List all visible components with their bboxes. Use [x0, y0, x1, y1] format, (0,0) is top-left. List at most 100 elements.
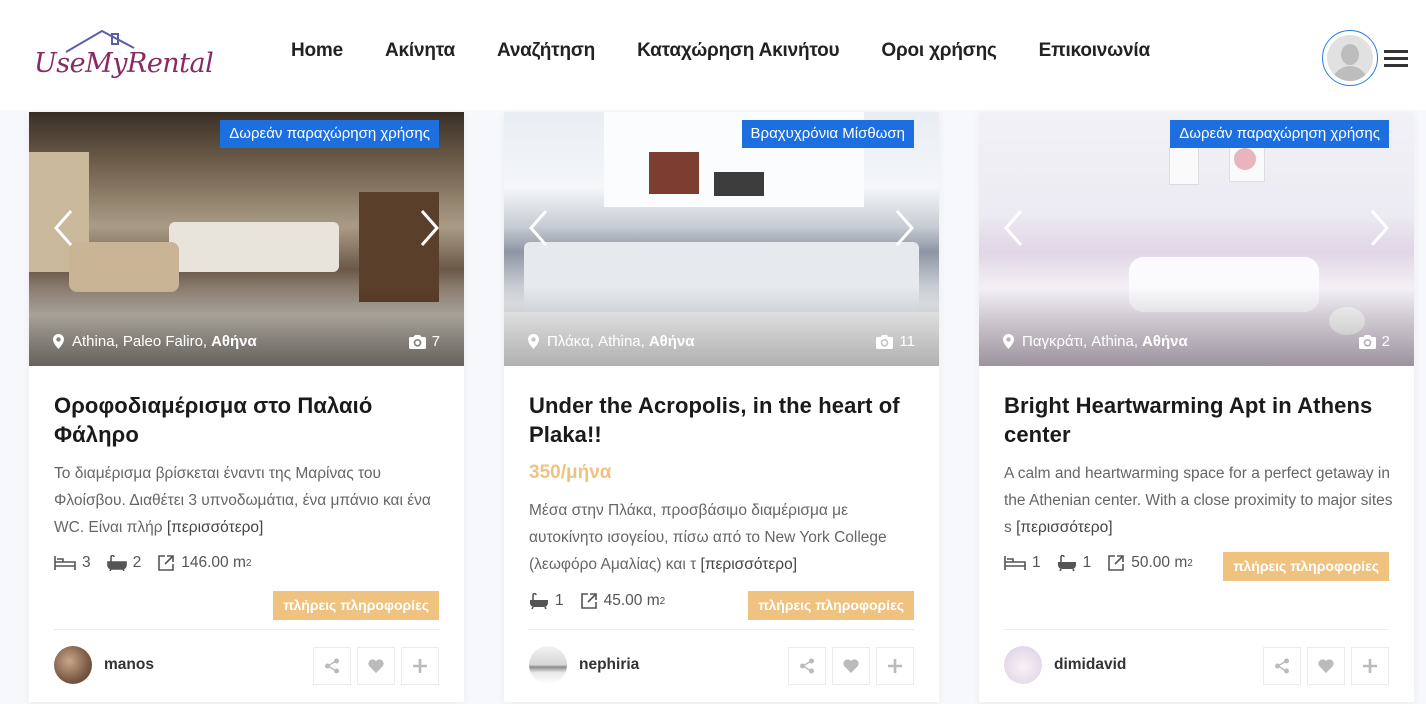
- location-city: Αθήνα: [648, 333, 695, 350]
- compare-button[interactable]: [1351, 647, 1389, 685]
- map-pin-icon: [1003, 334, 1014, 349]
- listing-card: Δωρεάν παραχώρηση χρήσης Athina, Paleo F…: [29, 112, 464, 702]
- share-button[interactable]: [313, 647, 351, 685]
- area-feature: 50.00 m2: [1107, 554, 1193, 572]
- baths-feature: 1: [529, 592, 564, 610]
- listing-actions: [782, 647, 914, 685]
- beds-feature: 3: [54, 554, 91, 572]
- location-area: Athina, Paleo Faliro,: [72, 333, 208, 350]
- location-city: Αθήνα: [211, 333, 257, 350]
- listing-location: Athina, Paleo Faliro, Αθήνα: [53, 333, 257, 350]
- location-city: Αθήνα: [1142, 333, 1188, 350]
- listing-description: Μέσα στην Πλάκα, προσβάσιμο διαμέρισμα μ…: [529, 502, 887, 573]
- full-info-button[interactable]: πλήρεις πληροφορίες: [1223, 552, 1389, 581]
- listing-features: 1 45.00 m2: [529, 592, 681, 610]
- nav-add-property[interactable]: Καταχώρηση Ακινήτου: [637, 40, 840, 62]
- listing-photo[interactable]: Βραχυχρόνια Μίσθωση Πλάκα, Athina, Αθήνα…: [504, 112, 939, 366]
- listing-owner[interactable]: manos: [54, 646, 154, 684]
- listing-title[interactable]: Under the Acropolis, in the heart of Pla…: [529, 391, 909, 449]
- nav-contact[interactable]: Επικοινωνία: [1039, 40, 1150, 62]
- listing-title[interactable]: Bright Heartwarming Apt in Athens center: [1004, 391, 1384, 449]
- full-info-button[interactable]: πλήρεις πληροφορίες: [273, 591, 439, 620]
- divider: [529, 629, 914, 630]
- divider: [1004, 629, 1389, 630]
- listing-card: Δωρεάν παραχώρηση χρήσης Παγκράτι, Athin…: [979, 112, 1414, 702]
- read-more-link[interactable]: [περισσότερο]: [701, 556, 797, 573]
- favorite-button[interactable]: [357, 647, 395, 685]
- area-expand-icon: [158, 555, 175, 571]
- photo-count: 11: [876, 333, 915, 350]
- share-icon: [800, 658, 814, 674]
- full-info-button[interactable]: πλήρεις πληροφορίες: [748, 591, 914, 620]
- site-logo[interactable]: UseMyRental: [34, 28, 214, 90]
- owner-name: dimidavid: [1054, 656, 1127, 673]
- nav-terms[interactable]: Οροι χρήσης: [881, 40, 996, 62]
- listing-actions: [1257, 647, 1389, 685]
- listing-photo[interactable]: Δωρεάν παραχώρηση χρήσης Παγκράτι, Athin…: [979, 112, 1414, 366]
- map-pin-icon: [528, 334, 539, 349]
- nav-home[interactable]: Home: [291, 40, 343, 62]
- listing-type-badge: Δωρεάν παραχώρηση χρήσης: [220, 120, 439, 148]
- area-expand-icon: [1108, 555, 1125, 571]
- bed-icon: [54, 556, 76, 570]
- compare-button[interactable]: [401, 647, 439, 685]
- chevron-left-icon[interactable]: [526, 208, 552, 248]
- owner-name: nephiria: [579, 656, 640, 673]
- chevron-right-icon[interactable]: [1366, 208, 1392, 248]
- chevron-left-icon[interactable]: [1001, 208, 1027, 248]
- bathtub-icon: [106, 555, 127, 571]
- share-icon: [1275, 658, 1289, 674]
- listing-actions: [307, 647, 439, 685]
- share-button[interactable]: [1263, 647, 1301, 685]
- listing-photo[interactable]: Δωρεάν παραχώρηση χρήσης Athina, Paleo F…: [29, 112, 464, 366]
- baths-feature: 1: [1057, 554, 1091, 572]
- listing-title[interactable]: Οροφοδιαμέρισμα στο Παλαιό Φάληρο: [54, 391, 434, 449]
- user-avatar-button[interactable]: [1322, 30, 1378, 86]
- area-expand-icon: [580, 593, 597, 609]
- chevron-left-icon[interactable]: [51, 208, 77, 248]
- listing-features: 3 2 146.00 m2: [54, 554, 267, 572]
- heart-icon: [1318, 659, 1334, 673]
- owner-name: manos: [104, 656, 154, 673]
- listing-type-badge: Δωρεάν παραχώρηση χρήσης: [1170, 120, 1389, 148]
- menu-hamburger-icon[interactable]: [1384, 50, 1408, 67]
- owner-avatar: [1004, 646, 1042, 684]
- heart-icon: [368, 659, 384, 673]
- nav-properties[interactable]: Ακίνητα: [385, 40, 455, 62]
- photo-count: 2: [1358, 333, 1390, 350]
- plus-icon: [1363, 659, 1377, 673]
- listing-owner[interactable]: nephiria: [529, 646, 639, 684]
- chevron-right-icon[interactable]: [891, 208, 917, 248]
- owner-avatar: [54, 646, 92, 684]
- main-nav: Home Ακίνητα Αναζήτηση Καταχώρηση Ακινήτ…: [270, 40, 1171, 62]
- listing-description: Το διαμέρισμα βρίσκεται έναντι της Μαρίν…: [54, 465, 431, 536]
- bed-icon: [1004, 556, 1026, 570]
- photo-count: 7: [408, 333, 440, 350]
- nav-search[interactable]: Αναζήτηση: [497, 40, 595, 62]
- listing-location: Παγκράτι, Athina, Αθήνα: [1003, 333, 1188, 350]
- camera-icon: [408, 334, 426, 349]
- beds-feature: 1: [1004, 554, 1041, 572]
- listing-description: A calm and heartwarming space for a perf…: [1004, 465, 1393, 536]
- baths-feature: 2: [106, 554, 141, 572]
- camera-icon: [876, 334, 894, 349]
- site-header: UseMyRental Home Ακίνητα Αναζήτηση Καταχ…: [0, 0, 1426, 110]
- share-button[interactable]: [788, 647, 826, 685]
- location-area: Πλάκα, Athina,: [547, 333, 645, 350]
- favorite-button[interactable]: [1307, 647, 1345, 685]
- area-feature: 45.00 m2: [580, 592, 665, 610]
- listing-card: Βραχυχρόνια Μίσθωση Πλάκα, Athina, Αθήνα…: [504, 112, 939, 702]
- chevron-right-icon[interactable]: [416, 208, 442, 248]
- favorite-button[interactable]: [832, 647, 870, 685]
- read-more-link[interactable]: [περισσότερο]: [1016, 519, 1112, 536]
- listing-owner[interactable]: dimidavid: [1004, 646, 1126, 684]
- bathtub-icon: [530, 593, 548, 609]
- listing-type-badge: Βραχυχρόνια Μίσθωση: [741, 120, 914, 148]
- read-more-link[interactable]: [περισσότερο]: [167, 519, 263, 536]
- listing-features: 1 1 50.00 m2: [1004, 554, 1209, 572]
- listing-location: Πλάκα, Athina, Αθήνα: [528, 333, 694, 350]
- compare-button[interactable]: [876, 647, 914, 685]
- bathtub-icon: [1057, 555, 1076, 571]
- share-icon: [325, 658, 339, 674]
- map-pin-icon: [53, 334, 64, 349]
